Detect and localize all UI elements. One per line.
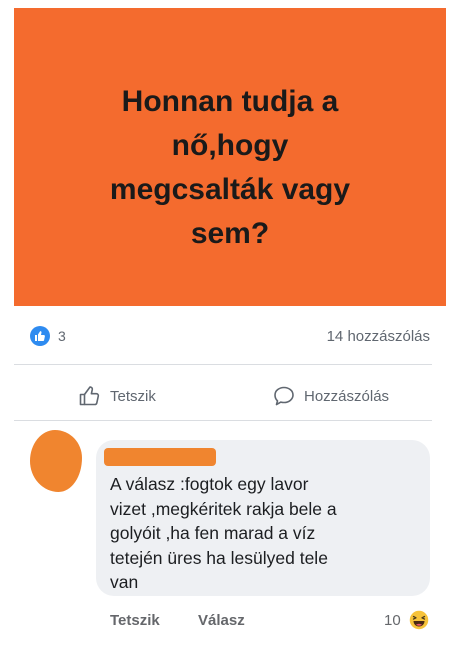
comment-like-link[interactable]: Tetszik <box>110 612 160 629</box>
avatar[interactable] <box>30 430 82 492</box>
like-button-label: Tetszik <box>110 387 156 405</box>
like-button[interactable]: Tetszik <box>78 378 156 414</box>
reaction-count[interactable]: 3 <box>58 328 66 344</box>
post-image-text: Honnan tudja a nő,hogy megcsalták vagy s… <box>109 84 351 251</box>
thumbs-up-icon <box>78 384 102 408</box>
comment-reply-link[interactable]: Válasz <box>198 612 245 629</box>
comment-count[interactable]: 14 hozzászólás <box>327 328 430 345</box>
comment-button-label: Hozzászólás <box>304 387 390 405</box>
post-image[interactable]: Honnan tudja a nő,hogy megcsalták vagy s… <box>14 8 446 306</box>
action-bar: Tetszik Hozzászólás <box>0 378 456 414</box>
haha-reaction-icon <box>408 609 430 631</box>
comment-bubble: redacted A válasz :fogtok egy lavor vize… <box>96 440 430 596</box>
like-reaction-icon <box>30 326 50 346</box>
comment-reaction-count[interactable]: 10 <box>384 612 401 629</box>
divider <box>14 364 432 365</box>
speech-bubble-icon <box>272 384 296 408</box>
commenter-name-redacted[interactable]: redacted <box>104 448 216 466</box>
reactions-bar: 3 14 hozzászólás <box>0 322 456 350</box>
divider <box>14 420 432 421</box>
comment-button[interactable]: Hozzászólás <box>272 378 389 414</box>
comment-meta: Tetszik Válasz 10 <box>0 609 456 636</box>
comment-text: A válasz :fogtok egy lavor vizet ,megkér… <box>110 474 337 592</box>
